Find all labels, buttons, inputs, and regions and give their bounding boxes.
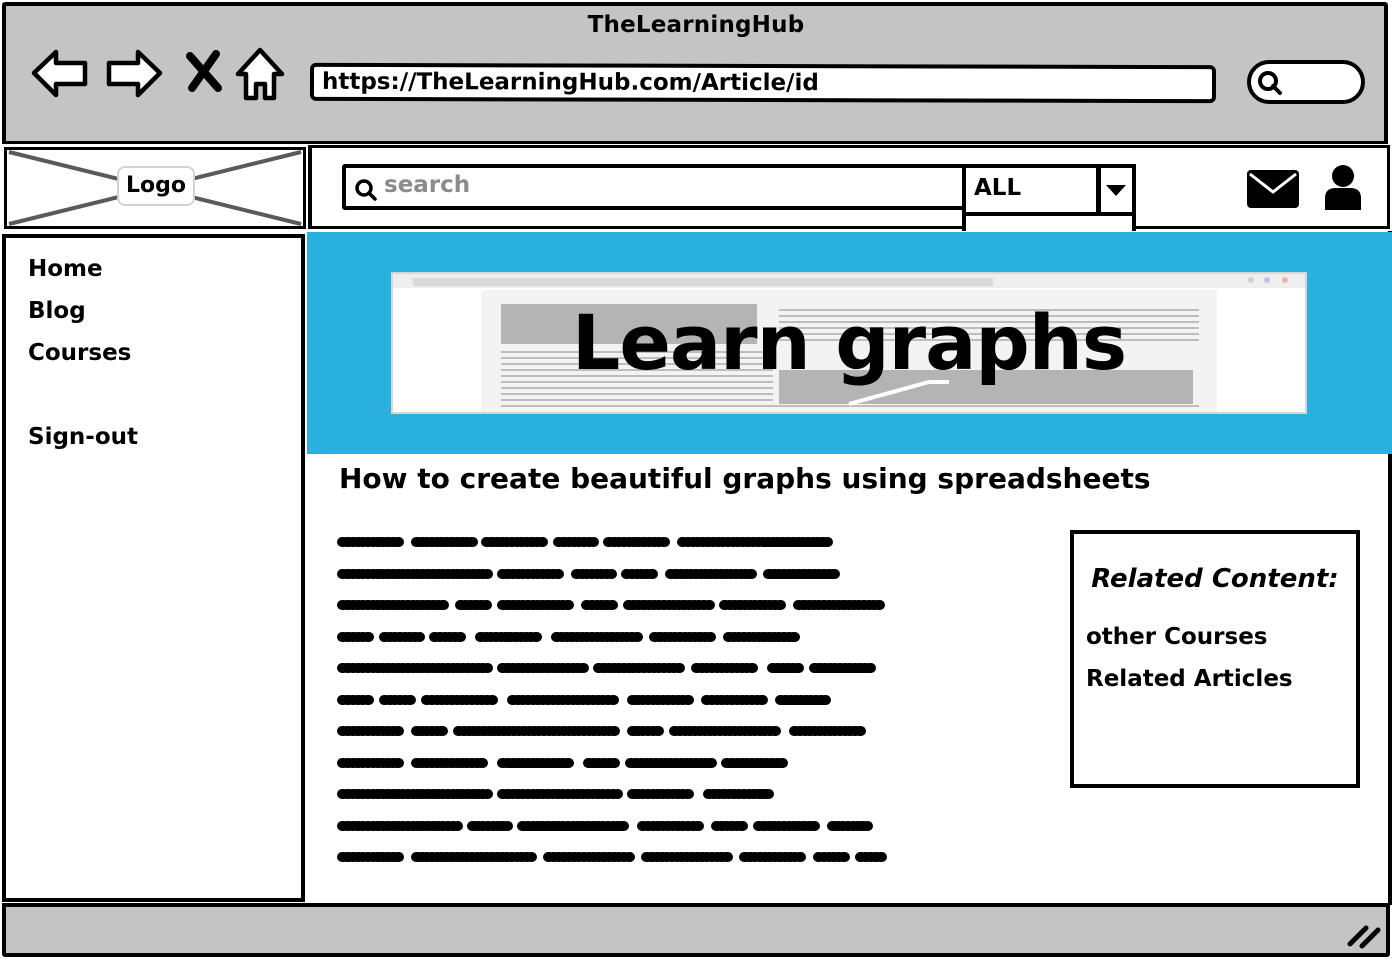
article-heading: How to create beautiful graphs using spr… [339, 462, 1151, 495]
search-placeholder: search [384, 172, 471, 198]
related-content-title: Related Content: [1091, 564, 1339, 594]
related-link-related-articles[interactable]: Related Articles [1086, 666, 1293, 692]
sidebar [2, 234, 305, 902]
chevron-down-icon[interactable] [1106, 185, 1126, 196]
related-link-other-courses[interactable]: other Courses [1086, 624, 1268, 650]
magnifier-icon [1258, 71, 1282, 95]
logo-label: Logo [117, 166, 195, 206]
back-arrow-icon[interactable] [30, 44, 90, 104]
search-icon [355, 179, 377, 201]
select-divider [1096, 166, 1101, 212]
article-body-placeholder-text [337, 537, 889, 862]
user-icon[interactable] [1324, 164, 1362, 210]
browser-search-field[interactable] [1247, 60, 1365, 104]
address-bar[interactable]: https://TheLearningHub.com/Article/id [309, 62, 1217, 104]
home-icon[interactable] [232, 44, 292, 104]
filter-selected-value: ALL [974, 175, 1022, 201]
sidebar-item-sign-out[interactable]: Sign-out [28, 424, 138, 450]
sidebar-item-courses[interactable]: Courses [28, 340, 131, 366]
resize-grip-icon[interactable] [1344, 920, 1384, 950]
sidebar-item-blog[interactable]: Blog [28, 298, 86, 324]
window-title: TheLearningHub [587, 12, 805, 38]
forward-arrow-icon[interactable] [104, 44, 164, 104]
hero-title: Learn graphs [571, 298, 1127, 387]
mail-icon[interactable] [1246, 168, 1300, 210]
browser-status-bar [2, 903, 1390, 957]
stop-icon[interactable] [178, 44, 238, 104]
sidebar-item-home[interactable]: Home [28, 256, 103, 282]
